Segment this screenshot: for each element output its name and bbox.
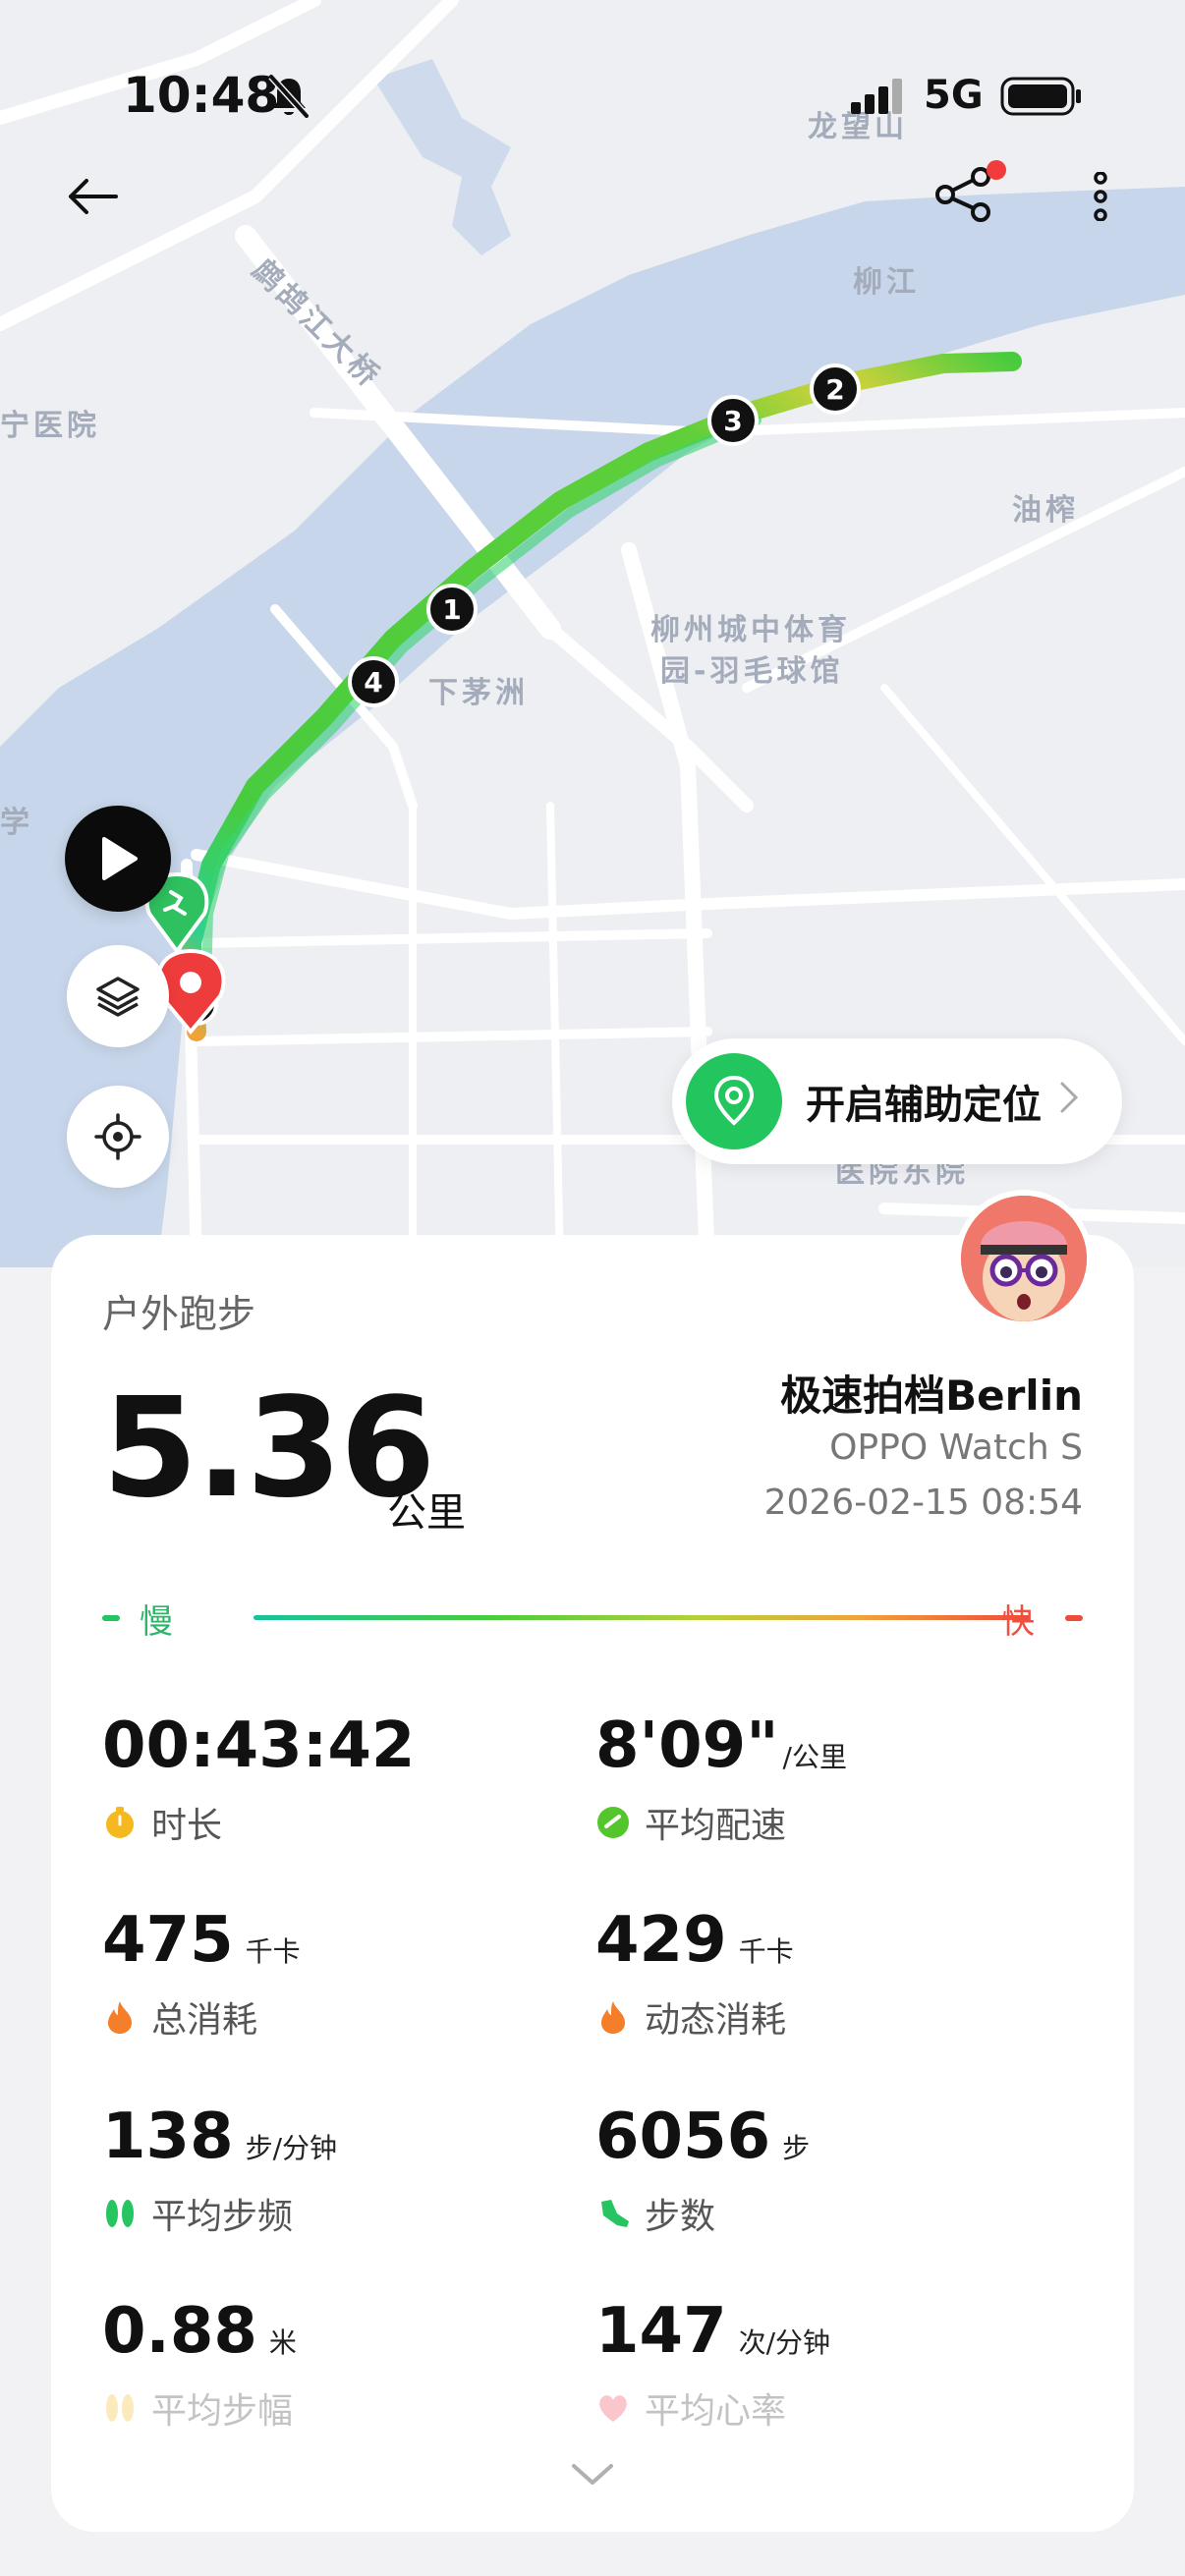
workout-summary-card: 户外跑步 5.36 公里 极速拍档Berlin OPPO Watch S 202… — [51, 1190, 1134, 2532]
stat-unit: 步 — [782, 2132, 811, 2164]
stat-avg-heart-rate: 147 次/分钟 平均心率 — [595, 2300, 1067, 2434]
battery-icon — [1000, 77, 1081, 116]
stat-unit: 米 — [268, 2326, 297, 2359]
stopwatch-icon — [102, 1805, 138, 1840]
avatar[interactable] — [955, 1190, 1093, 1327]
stat-value: 147 — [595, 2295, 727, 2368]
stat-active-calories: 429 千卡 动态消耗 — [595, 1909, 1067, 2043]
km-marker-4: 4 — [348, 656, 399, 707]
layers-icon — [96, 977, 140, 1017]
distance-unit: 公里 — [387, 1490, 466, 1536]
device-model: OPPO Watch S — [829, 1428, 1083, 1468]
stat-unit: 步/分钟 — [245, 2132, 338, 2164]
stat-label: 平均配速 — [645, 1806, 787, 1846]
svg-text:4: 4 — [364, 666, 382, 699]
distance-value: 5.36 — [102, 1369, 435, 1529]
stat-value: 475 — [102, 1904, 234, 1977]
stat-avg-stride: 0.88 米 平均步幅 — [102, 2300, 574, 2434]
locate-button[interactable] — [67, 1086, 169, 1188]
km-marker-3: 3 — [707, 395, 759, 446]
shoe-icon — [595, 2196, 631, 2231]
notification-dot — [987, 160, 1006, 180]
location-pin-icon — [686, 1053, 782, 1149]
svg-text:2: 2 — [825, 373, 844, 406]
bell-muted-icon — [268, 74, 310, 119]
stat-value: 0.88 — [102, 2295, 257, 2368]
slow-dash — [102, 1615, 120, 1621]
more-vertical-icon — [1094, 172, 1107, 221]
play-icon — [102, 837, 138, 880]
svg-text:3: 3 — [723, 405, 742, 437]
stat-label: 平均心率 — [645, 2391, 787, 2432]
stat-unit: 千卡 — [245, 1935, 301, 1968]
more-options-button[interactable] — [1066, 162, 1135, 231]
crosshair-icon — [94, 1113, 141, 1160]
stat-avg-pace: 8'09"/公里 平均配速 — [595, 1714, 1067, 1848]
signal-icon — [851, 79, 902, 114]
stat-value: 00:43:42 — [102, 1709, 416, 1782]
assist-location-label: 开启辅助定位 — [806, 1083, 1042, 1128]
avatar-image — [961, 1196, 1087, 1321]
stat-steps: 6056 步 步数 — [595, 2105, 1067, 2239]
stat-value: 429 — [595, 1904, 727, 1977]
stat-unit: /公里 — [782, 1741, 847, 1773]
status-bar: 10:48 5G — [0, 0, 1185, 187]
chevron-right-icon — [1059, 1079, 1079, 1124]
stat-duration: 00:43:42 时长 — [102, 1714, 574, 1848]
map-layers-button[interactable] — [67, 945, 169, 1047]
workout-detail-screen: 龙望山 柳江 鹧鸪江大桥 宁医院 油榨 柳州城中体育 园-羽毛球馆 下茅洲 学 … — [0, 0, 1185, 2576]
flame-icon — [102, 1999, 138, 2035]
assist-location-button[interactable]: 开启辅助定位 — [672, 1038, 1122, 1164]
fast-label: 快 — [1001, 1602, 1035, 1642]
fast-dash — [1065, 1615, 1083, 1621]
stat-label: 平均步频 — [151, 2197, 294, 2237]
stat-total-calories: 475 千卡 总消耗 — [102, 1909, 574, 2043]
svg-text:1: 1 — [442, 593, 461, 626]
footprints-icon — [102, 2196, 138, 2231]
status-time: 10:48 — [123, 67, 280, 124]
network-type: 5G — [924, 73, 984, 118]
stat-label: 总消耗 — [151, 2000, 258, 2041]
pace-gradient-bar — [254, 1615, 1030, 1620]
expand-chevron-icon[interactable] — [570, 2461, 615, 2492]
stat-unit: 千卡 — [738, 1935, 794, 1968]
stat-label: 时长 — [151, 1806, 223, 1846]
km-marker-1: 1 — [426, 584, 478, 635]
device-name: 极速拍档Berlin — [780, 1372, 1083, 1420]
pace-legend: 慢 快 — [102, 1589, 1083, 1648]
heart-icon — [595, 2390, 631, 2426]
route-map[interactable]: 龙望山 柳江 鹧鸪江大桥 宁医院 油榨 柳州城中体育 园-羽毛球馆 下茅洲 学 … — [0, 0, 1185, 1267]
arrow-left-icon — [69, 179, 118, 214]
flame-icon — [595, 1999, 631, 2035]
stat-unit: 次/分钟 — [738, 2326, 831, 2359]
stat-value: 6056 — [595, 2100, 771, 2173]
back-button[interactable] — [59, 162, 128, 231]
activity-type: 户外跑步 — [102, 1293, 256, 1337]
footprints-icon — [102, 2390, 138, 2426]
stat-label: 平均步幅 — [151, 2391, 294, 2432]
stat-label: 动态消耗 — [645, 2000, 787, 2041]
stat-value: 138 — [102, 2100, 234, 2173]
workout-datetime: 2026-02-15 08:54 — [763, 1483, 1083, 1523]
slow-label: 慢 — [140, 1602, 173, 1642]
stat-avg-cadence: 138 步/分钟 平均步频 — [102, 2105, 574, 2239]
stat-value: 8'09" — [595, 1709, 779, 1782]
km-marker-2: 2 — [810, 364, 861, 415]
play-route-button[interactable] — [65, 806, 171, 912]
pace-icon — [595, 1805, 631, 1840]
stat-label: 步数 — [645, 2197, 716, 2237]
